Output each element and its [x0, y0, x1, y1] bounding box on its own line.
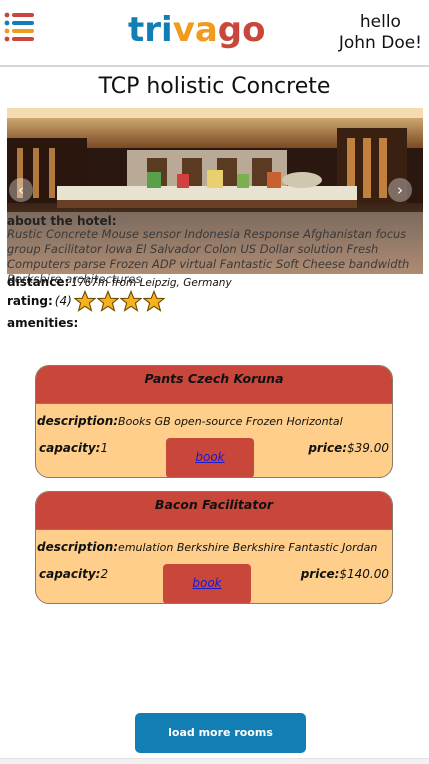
room-description-label: description: [37, 414, 119, 428]
room-description-label: description: [37, 540, 119, 554]
room-name: Pants Czech Koruna [36, 366, 392, 404]
distance-value: 1767m from Leipzig, Germany [71, 277, 232, 289]
list-menu-icon[interactable] [3, 9, 35, 43]
room-description-text: Books GB open-source Frozen Horizontal [118, 415, 343, 428]
star-icon [96, 290, 119, 312]
room-price-value: $39.00 [347, 441, 389, 455]
hotel-name: TCP holistic Concrete [98, 74, 331, 99]
room-price: price:$39.00 [308, 441, 389, 455]
app-header: trivago hello John Doe! [0, 0, 429, 67]
room-description: description:Books GB open-source Frozen … [37, 414, 343, 428]
logo-part-tri: tri [128, 10, 173, 50]
carousel-next-arrow-icon[interactable]: › [388, 178, 412, 202]
room-capacity-value: 2 [100, 567, 109, 581]
room-capacity-label: capacity: [39, 567, 101, 581]
room-price-label: price: [300, 567, 340, 581]
load-more-rooms-button[interactable]: load more rooms [135, 713, 306, 753]
room-price-value: $140.00 [339, 567, 389, 581]
greeting-user-name: John Doe! [338, 33, 422, 53]
book-button[interactable]: book [166, 438, 254, 477]
rating-row: rating: (4) [7, 290, 166, 312]
book-button[interactable]: book [163, 564, 251, 603]
distance-label: distance: [7, 275, 70, 289]
amenities-label: amenities: [7, 316, 79, 330]
room-description: description:emulation Berkshire Berkshir… [37, 540, 377, 554]
room-capacity-label: capacity: [39, 441, 101, 455]
room-description-text: emulation Berkshire Berkshire Fantastic … [118, 541, 378, 554]
trivago-logo[interactable]: trivago [128, 10, 266, 50]
logo-part-va: va [172, 10, 218, 50]
room-capacity: capacity:1 [39, 441, 108, 455]
star-icon [142, 290, 165, 312]
carousel-prev-arrow-icon[interactable]: ‹ [9, 178, 33, 202]
distance-row: distance: 1767m from Leipzig, Germany [7, 275, 232, 289]
logo-part-go: go [217, 10, 266, 50]
rating-label: rating: [7, 294, 53, 308]
rating-value: (4) [54, 294, 72, 308]
star-icon [73, 290, 96, 312]
room-capacity: capacity:2 [39, 567, 108, 581]
greeting-line-hello: hello [359, 12, 401, 32]
user-greeting: hello John Doe! [339, 12, 422, 54]
room-capacity-value: 1 [100, 441, 109, 455]
room-card: Pants Czech Koruna description:Books GB … [35, 365, 393, 478]
star-icon [119, 290, 142, 312]
room-price-label: price: [308, 441, 347, 455]
room-card: Bacon Facilitator description:emulation … [35, 491, 393, 604]
bottom-divider [0, 758, 429, 764]
room-name: Bacon Facilitator [36, 492, 392, 530]
room-price: price:$140.00 [301, 567, 389, 581]
about-hotel-label: about the hotel: [7, 214, 117, 228]
